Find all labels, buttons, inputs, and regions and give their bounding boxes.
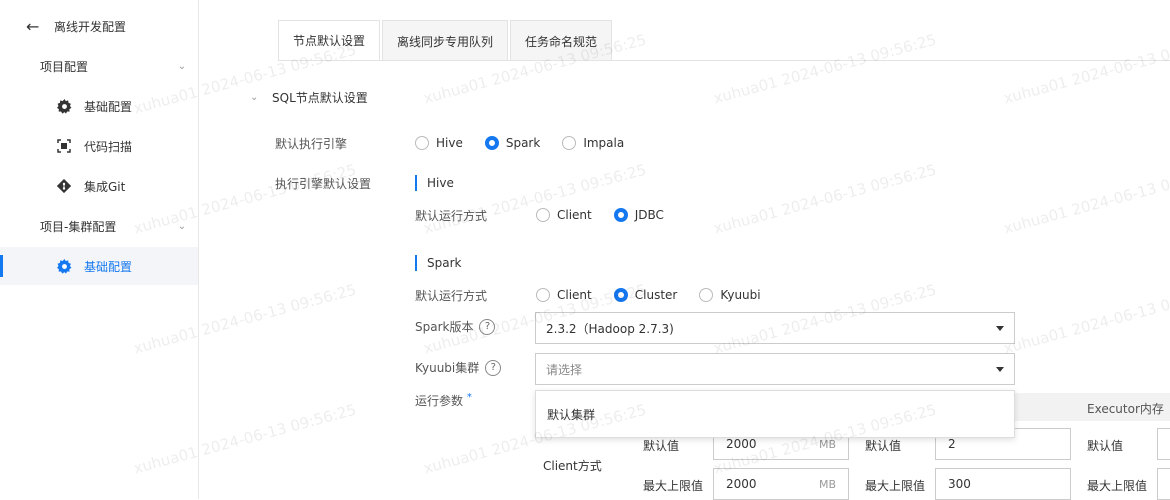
sidebar-item-basic-config[interactable]: 基础配置 [0, 87, 198, 125]
hive-run-mode-radio-group: Client JDBC [536, 206, 686, 224]
chevron-down-icon: ⌄ [177, 60, 187, 72]
default-label: 默认值 [643, 439, 680, 453]
hive-subtitle: Hive [415, 175, 454, 191]
git-icon [56, 178, 72, 194]
dropdown-option-default-cluster[interactable]: 默认集群 [547, 406, 595, 423]
max-label: 最大上限值 [1087, 479, 1148, 493]
watermark: xuhua01 2024-06-13 09:56:25 [1001, 280, 1170, 358]
watermark: xuhua01 2024-06-13 09:56:25 [1001, 160, 1170, 238]
sidebar-item-code-scan[interactable]: 代码扫描 [0, 127, 198, 165]
back-nav-label: 离线开发配置 [54, 19, 127, 34]
kyuubi-cluster-dropdown: 默认集群 [535, 390, 1015, 438]
tab-divider [278, 60, 1170, 61]
param1-max-input[interactable]: 2000 MB [713, 468, 849, 500]
sidebar-item-label: 基础配置 [84, 259, 133, 274]
watermark: xuhua01 2024-06-13 09:56:25 [711, 160, 939, 238]
watermark: xuhua01 2024-06-13 09:56:25 [1001, 30, 1170, 108]
spark-version-value: 2.3.2（Hadoop 2.7.3) [546, 321, 674, 336]
max-label: 最大上限值 [865, 479, 926, 493]
spark-version-label: Spark版本? [415, 318, 496, 335]
tab-bar: 节点默认设置 离线同步专用队列 任务命名规范 [278, 20, 614, 61]
spark-run-mode-radio-group: Client Cluster Kyuubi [536, 286, 783, 304]
sidebar-item-label: 集成Git [84, 179, 126, 194]
chevron-down-icon: ⌄ [177, 220, 187, 232]
hive-radio-jdbc[interactable]: JDBC [613, 208, 664, 222]
param2-max-input[interactable]: 300 [935, 468, 1071, 500]
default-label: 默认值 [1087, 439, 1124, 453]
section-sql-defaults[interactable]: ⌄ SQL节点默认设置 [250, 88, 368, 106]
hive-run-mode-label: 默认运行方式 [415, 209, 488, 223]
engine-radio-hive[interactable]: Hive [415, 136, 463, 150]
help-icon[interactable]: ? [479, 318, 496, 335]
watermark: xuhua01 2024-06-13 09:56:25 [421, 160, 649, 238]
sidebar-group-label: 项目配置 [40, 59, 89, 74]
hive-radio-client[interactable]: Client [536, 208, 592, 222]
col-executor-memory: Executor内存 [1087, 402, 1164, 416]
caret-down-icon [996, 325, 1004, 331]
spark-radio-kyuubi[interactable]: Kyuubi [699, 288, 761, 302]
gear-icon [56, 258, 72, 274]
chevron-down-icon[interactable]: ⌄ [250, 92, 264, 103]
watermark: xuhua01 2024-06-13 09:56:25 [711, 30, 939, 108]
sidebar-group-cluster-config[interactable]: 项目-集群配置 ⌄ [40, 216, 190, 236]
tab-naming-rules[interactable]: 任务命名规范 [510, 20, 613, 61]
param3-default-input[interactable] [1157, 428, 1170, 460]
engine-radio-impala[interactable]: Impala [562, 136, 624, 150]
spark-radio-cluster[interactable]: Cluster [613, 288, 677, 302]
spark-version-select[interactable]: 2.3.2（Hadoop 2.7.3) [535, 312, 1015, 344]
spark-run-mode-label: 默认运行方式 [415, 289, 488, 303]
section-title: SQL节点默认设置 [272, 90, 368, 105]
sidebar-item-git[interactable]: 集成Git [0, 167, 198, 205]
sidebar-item-label: 代码扫描 [84, 139, 133, 154]
default-label: 默认值 [865, 439, 902, 453]
kyuubi-cluster-label: Kyuubi集群? [415, 359, 502, 376]
scan-icon [56, 138, 72, 154]
row-label-client: Client方式 [543, 459, 602, 473]
sidebar-group-project-config[interactable]: 项目配置 ⌄ [40, 56, 190, 76]
spark-radio-client[interactable]: Client [536, 288, 592, 302]
gear-icon [56, 98, 72, 114]
back-nav[interactable]: ← 离线开发配置 [26, 16, 126, 36]
sidebar-group-label: 项目-集群配置 [40, 219, 117, 234]
run-params-label: 运行参数 * [415, 392, 472, 408]
spark-subtitle: Spark [415, 255, 461, 271]
tab-sync-queue[interactable]: 离线同步专用队列 [382, 20, 509, 61]
sidebar-item-cluster-basic-config[interactable]: 基础配置 [0, 247, 198, 285]
engine-radio-spark[interactable]: Spark [484, 136, 540, 150]
max-label: 最大上限值 [643, 479, 704, 493]
kyuubi-placeholder: 请选择 [546, 362, 583, 377]
engine-radio-group: Hive Spark Impala [415, 134, 646, 152]
sidebar: ← 离线开发配置 项目配置 ⌄ 基础配置 代码扫描 集成Git 项目-集群配置 … [0, 0, 199, 499]
param3-max-input[interactable] [1157, 468, 1170, 500]
sidebar-item-label: 基础配置 [84, 99, 133, 114]
engine-label: 默认执行引擎 [275, 137, 348, 151]
caret-down-icon [996, 366, 1004, 372]
back-arrow-icon[interactable]: ← [26, 17, 48, 36]
engine-defaults-label: 执行引擎默认设置 [275, 177, 372, 191]
tab-node-defaults[interactable]: 节点默认设置 [278, 20, 381, 61]
kyuubi-cluster-select[interactable]: 请选择 [535, 353, 1015, 385]
help-icon[interactable]: ? [485, 359, 502, 376]
